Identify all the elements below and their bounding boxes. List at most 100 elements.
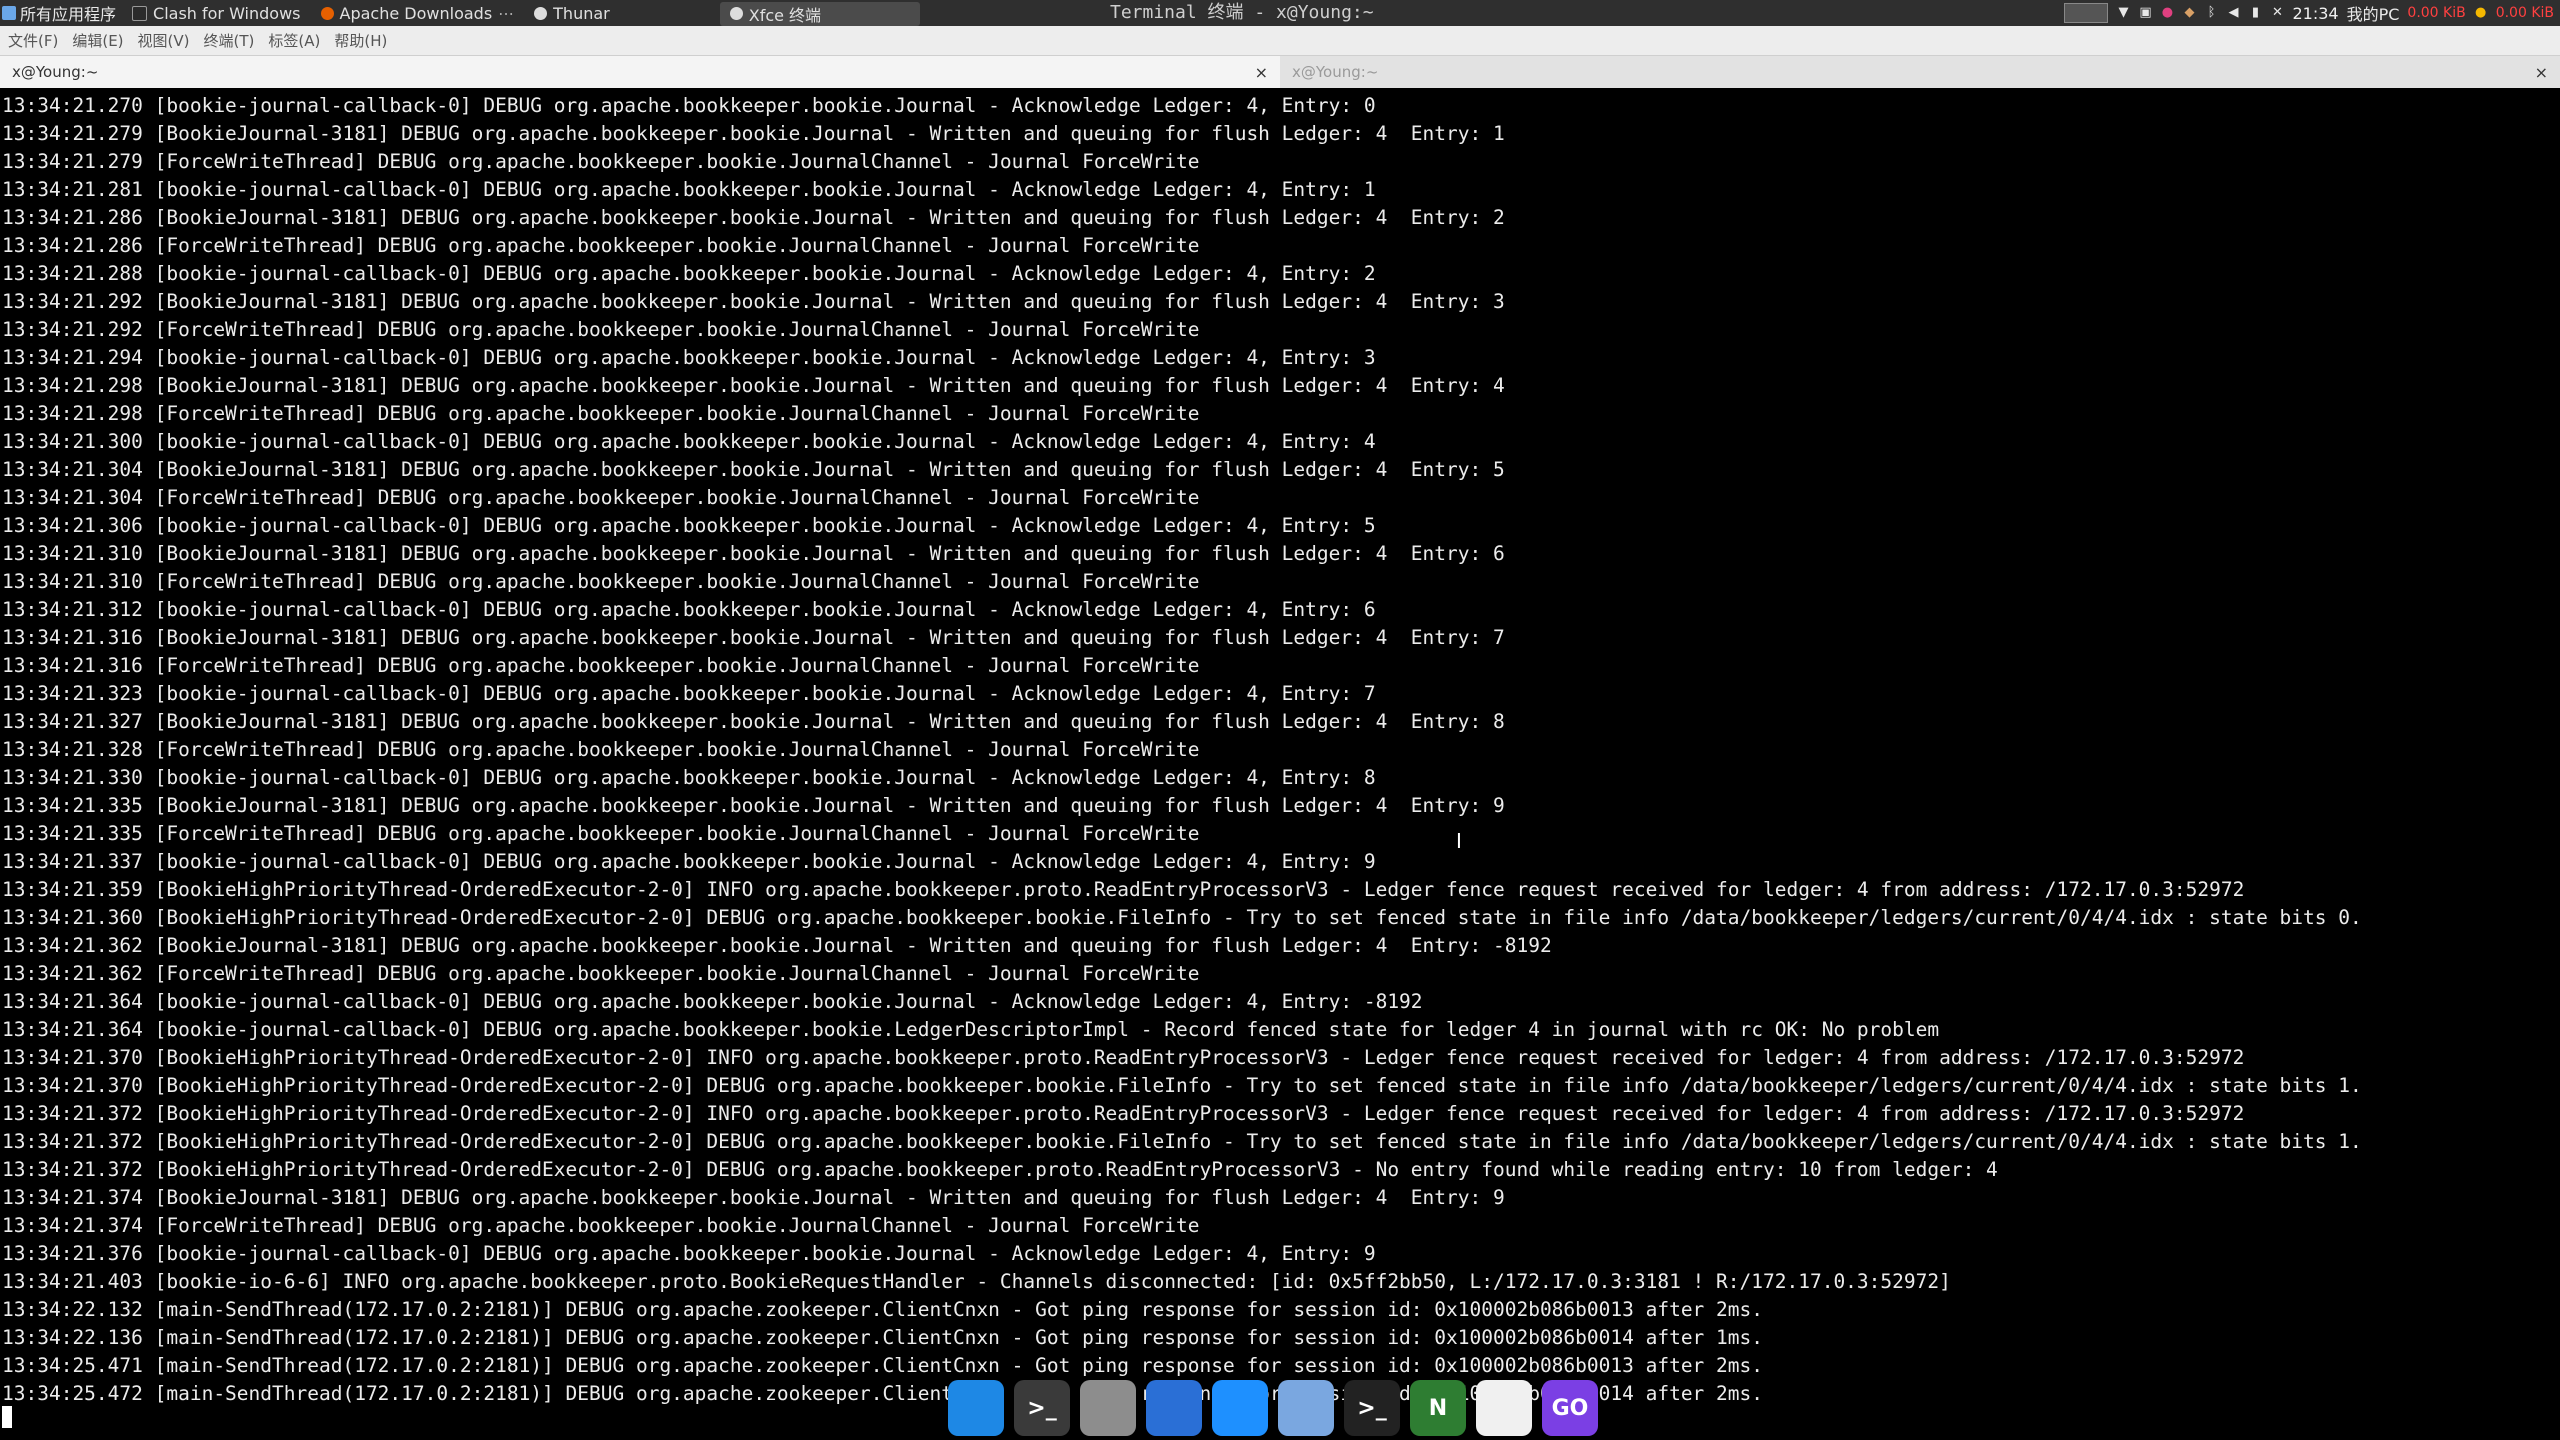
cat-indicator-icon[interactable]: ◆ xyxy=(2182,6,2196,20)
log-line: 13:34:21.362 [BookieJournal-3181] DEBUG … xyxy=(2,934,1552,957)
log-line: 13:34:21.372 [BookieHighPriorityThread-O… xyxy=(2,1158,1998,1181)
log-line: 13:34:21.288 [bookie-journal-callback-0]… xyxy=(2,262,1376,285)
log-line: 13:34:21.310 [ForceWriteThread] DEBUG or… xyxy=(2,570,1200,593)
log-line: 13:34:21.300 [bookie-journal-callback-0]… xyxy=(2,430,1376,453)
taskbar-item-label: Clash for Windows xyxy=(153,3,301,23)
archive-app-icon[interactable] xyxy=(1080,1380,1136,1436)
taskbar-item-label: Thunar xyxy=(553,3,610,23)
tab-label: x@Young:~ xyxy=(1292,63,1379,81)
clipboard-icon[interactable]: ▣ xyxy=(2138,6,2152,20)
menu-help[interactable]: 帮助(H) xyxy=(334,30,387,51)
terminal-output[interactable]: 13:34:21.270 [bookie-journal-callback-0]… xyxy=(0,92,2560,1440)
menu-view[interactable]: 视图(V) xyxy=(138,30,190,51)
wifi-icon[interactable]: ▼ xyxy=(2116,6,2130,20)
thunar-icon xyxy=(534,6,548,20)
log-line: 13:34:21.292 [ForceWriteThread] DEBUG or… xyxy=(2,318,1200,341)
terminal-app-icon[interactable]: >_ xyxy=(1014,1380,1070,1436)
browser-app-icon[interactable] xyxy=(1146,1380,1202,1436)
log-line: 13:34:21.286 [BookieJournal-3181] DEBUG … xyxy=(2,206,1505,229)
app-indicator-icon[interactable]: ● xyxy=(2160,6,2174,20)
workspace-switcher[interactable] xyxy=(2064,3,2109,23)
log-line: 13:34:22.136 [main-SendThread(172.17.0.2… xyxy=(2,1326,1763,1349)
user-label[interactable]: 我的PC xyxy=(2347,1,2400,25)
dock: >_ >_ N GO xyxy=(948,1378,1598,1438)
tab-label: x@Young:~ xyxy=(12,63,99,81)
log-line: 13:34:21.376 [bookie-journal-callback-0]… xyxy=(2,1242,1376,1265)
log-line: 13:34:21.323 [bookie-journal-callback-0]… xyxy=(2,682,1376,705)
close-icon[interactable]: × xyxy=(2535,63,2548,82)
coin-icon: ● xyxy=(2475,5,2487,20)
log-line: 13:34:21.286 [ForceWriteThread] DEBUG or… xyxy=(2,234,1200,257)
log-line: 13:34:21.279 [ForceWriteThread] DEBUG or… xyxy=(2,150,1200,173)
menu-file[interactable]: 文件(F) xyxy=(8,30,58,51)
cat-app-icon[interactable] xyxy=(1476,1380,1532,1436)
goland-app-icon[interactable]: GO xyxy=(1542,1380,1598,1436)
taskbar-item-label: Xfce 终端 xyxy=(748,5,822,25)
battery-icon[interactable]: ▮ xyxy=(2248,6,2262,20)
menu-tabs[interactable]: 标签(A) xyxy=(268,30,320,51)
log-line: 13:34:21.304 [BookieJournal-3181] DEBUG … xyxy=(2,458,1505,481)
log-line: 13:34:21.270 [bookie-journal-callback-0]… xyxy=(2,94,1376,117)
log-line: 13:34:21.328 [ForceWriteThread] DEBUG or… xyxy=(2,738,1200,761)
menu-edit[interactable]: 编辑(E) xyxy=(72,30,123,51)
close-icon[interactable]: × xyxy=(1255,63,1268,82)
files-app-icon[interactable] xyxy=(948,1380,1004,1436)
log-line: 13:34:21.374 [ForceWriteThread] DEBUG or… xyxy=(2,1214,1200,1237)
log-line: 13:34:21.374 [BookieJournal-3181] DEBUG … xyxy=(2,1186,1505,1209)
applications-menu-button[interactable]: 所有应用程序 xyxy=(0,0,122,26)
log-line: 13:34:21.294 [bookie-journal-callback-0]… xyxy=(2,346,1376,369)
log-line: 13:34:21.304 [ForceWriteThread] DEBUG or… xyxy=(2,486,1200,509)
window-title: Terminal 终端 - x@Young:~ xyxy=(1110,2,1374,23)
log-line: 13:34:21.330 [bookie-journal-callback-0]… xyxy=(2,766,1376,789)
log-line: 13:34:21.364 [bookie-journal-callback-0]… xyxy=(2,1018,1940,1041)
console-app-icon[interactable]: >_ xyxy=(1344,1380,1400,1436)
log-line: 13:34:25.471 [main-SendThread(172.17.0.2… xyxy=(2,1354,1763,1377)
tab-bar: x@Young:~ × x@Young:~ × xyxy=(0,56,2560,88)
tab-terminal-2[interactable]: x@Young:~ × xyxy=(1280,56,2560,88)
volume-icon[interactable]: ◀ xyxy=(2226,6,2240,20)
text-cursor xyxy=(2,1406,12,1428)
clash-icon xyxy=(132,5,148,21)
prompt-line[interactable] xyxy=(2,1406,12,1428)
notification-muted-icon[interactable]: ✕ xyxy=(2270,6,2284,20)
firefox-icon xyxy=(320,6,334,20)
taskbar-item-clash[interactable]: Clash for Windows xyxy=(122,0,311,26)
log-line: 13:34:21.316 [BookieJournal-3181] DEBUG … xyxy=(2,626,1505,649)
menu-terminal[interactable]: 终端(T) xyxy=(204,30,255,51)
log-line: 13:34:21.370 [BookieHighPriorityThread-O… xyxy=(2,1074,2362,1097)
log-line: 13:34:21.337 [bookie-journal-callback-0]… xyxy=(2,850,1376,873)
log-line: 13:34:21.312 [bookie-journal-callback-0]… xyxy=(2,598,1376,621)
log-line: 13:34:21.372 [BookieHighPriorityThread-O… xyxy=(2,1130,2362,1153)
clock[interactable]: 21:34 xyxy=(2292,4,2338,23)
log-line: 13:34:21.298 [ForceWriteThread] DEBUG or… xyxy=(2,402,1200,425)
search-app-icon[interactable] xyxy=(1212,1380,1268,1436)
taskbar-item-apache-downloads[interactable]: Apache Downloads ⋯ xyxy=(311,0,525,26)
log-line: 13:34:21.327 [BookieJournal-3181] DEBUG … xyxy=(2,710,1505,733)
mouse-ibeam-cursor-icon: I xyxy=(1456,829,1462,853)
applications-icon xyxy=(2,6,16,20)
taskbar-item-terminal[interactable]: Xfce 终端 xyxy=(719,1,920,26)
log-line: 13:34:21.362 [ForceWriteThread] DEBUG or… xyxy=(2,962,1200,985)
log-line: 13:34:21.360 [BookieHighPriorityThread-O… xyxy=(2,906,2362,929)
more-icon: ⋯ xyxy=(498,3,515,23)
top-panel: 所有应用程序 Clash for Windows Apache Download… xyxy=(0,0,2560,26)
log-line: 13:34:21.316 [ForceWriteThread] DEBUG or… xyxy=(2,654,1200,677)
log-line: 13:34:21.335 [BookieJournal-3181] DEBUG … xyxy=(2,794,1505,817)
log-line: 13:34:21.306 [bookie-journal-callback-0]… xyxy=(2,514,1376,537)
log-line: 13:34:21.279 [BookieJournal-3181] DEBUG … xyxy=(2,122,1505,145)
menu-bar: 文件(F) 编辑(E) 视图(V) 终端(T) 标签(A) 帮助(H) xyxy=(0,26,2560,56)
log-line: 13:34:21.298 [BookieJournal-3181] DEBUG … xyxy=(2,374,1505,397)
log-output: 13:34:21.270 [bookie-journal-callback-0]… xyxy=(0,92,2560,1408)
network-speed-2: 0.00 KiB xyxy=(2495,5,2554,21)
log-line: 13:34:21.335 [ForceWriteThread] DEBUG or… xyxy=(2,822,1200,845)
taskbar-item-thunar[interactable]: Thunar xyxy=(524,0,620,26)
folder-app-icon[interactable] xyxy=(1278,1380,1334,1436)
neovim-app-icon[interactable]: N xyxy=(1410,1380,1466,1436)
log-line: 13:34:21.292 [BookieJournal-3181] DEBUG … xyxy=(2,290,1505,313)
taskbar-item-label: Apache Downloads xyxy=(339,3,493,23)
tab-terminal-1[interactable]: x@Young:~ × xyxy=(0,56,1280,88)
bluetooth-icon[interactable]: ᛒ xyxy=(2204,6,2218,20)
log-line: 13:34:21.370 [BookieHighPriorityThread-O… xyxy=(2,1046,2245,1069)
panel-left: 所有应用程序 Clash for Windows Apache Download… xyxy=(0,0,920,26)
panel-tray: ▼ ▣ ● ◆ ᛒ ◀ ▮ ✕ 21:34 我的PC 0.00 KiB ● 0.… xyxy=(2064,0,2560,26)
